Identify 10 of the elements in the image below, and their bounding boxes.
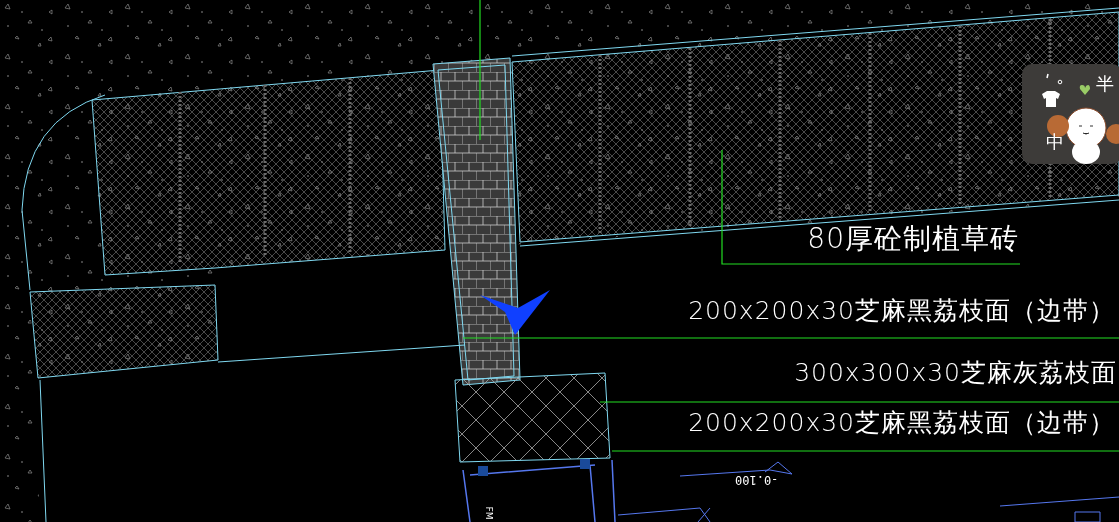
input-mode-toggle[interactable]: 中 [1046,130,1064,154]
shirt-icon[interactable] [1040,90,1062,108]
width-mode-toggle[interactable]: 半 [1096,72,1114,96]
material-label: 200x200x30芝麻黑荔枝面（边带） [688,408,1115,438]
elevation-mark: -0.100 [735,473,779,487]
heart-icon[interactable] [1078,84,1092,96]
door-tag: FM [484,506,495,520]
material-label: 200x200x30芝麻黑荔枝面（边带） [688,296,1115,326]
material-label: 300x300x30芝麻灰荔枝面 [794,358,1117,388]
material-label: 80厚砼制植草砖 [807,222,1019,256]
